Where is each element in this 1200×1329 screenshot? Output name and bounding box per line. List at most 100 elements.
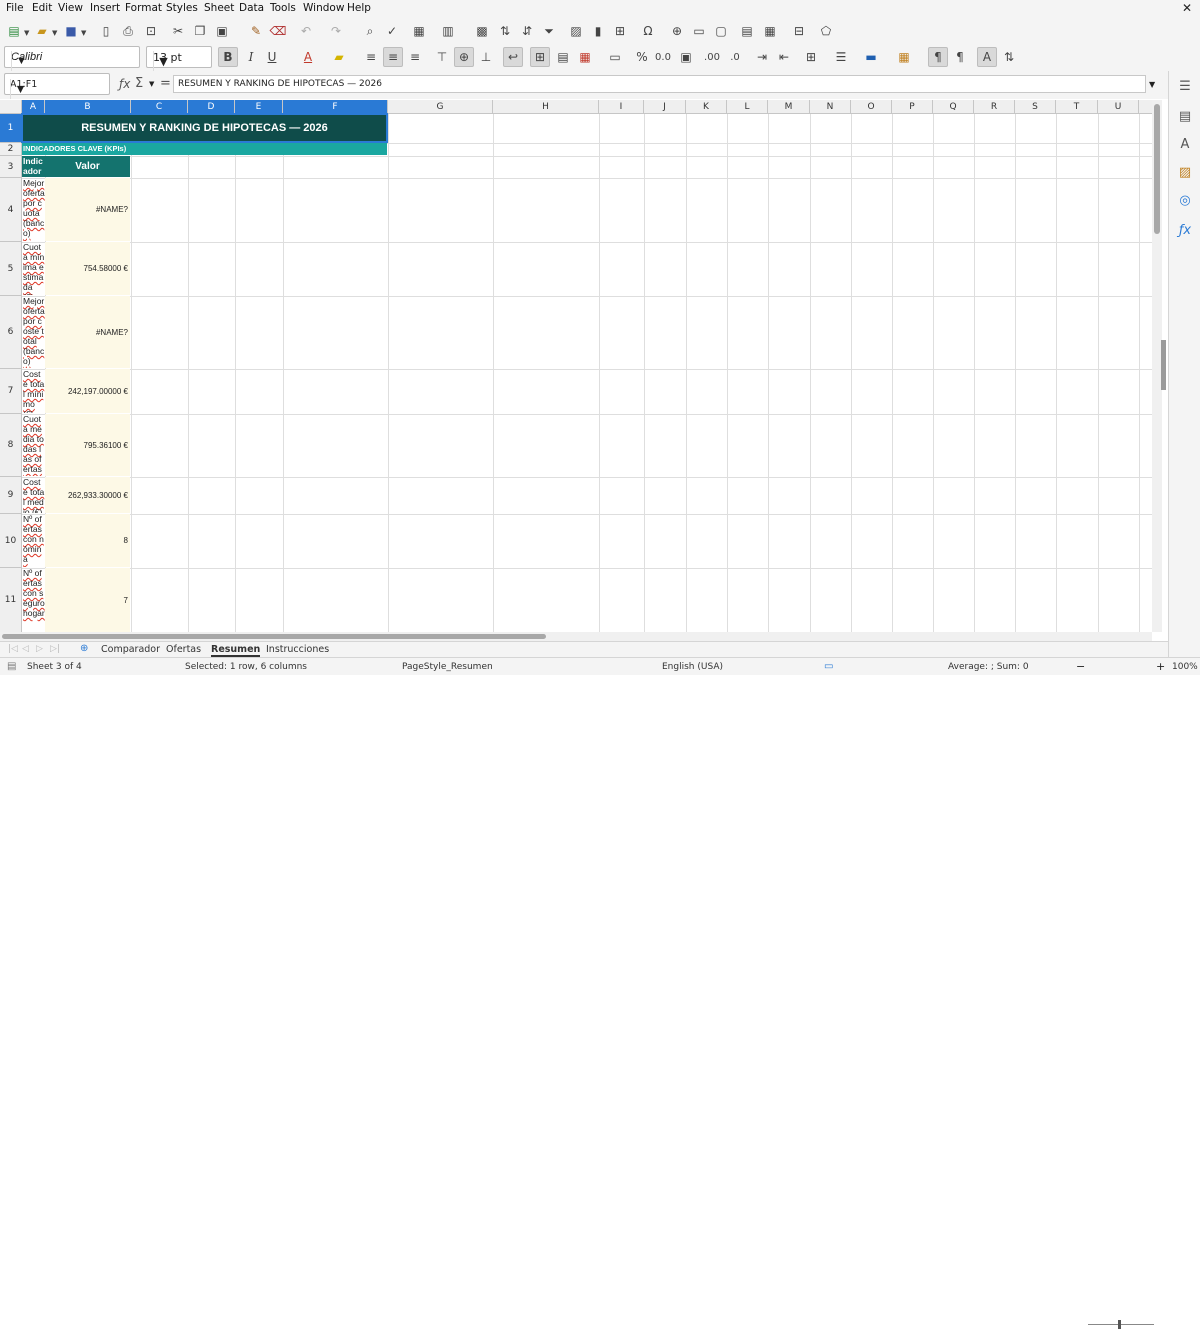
unmerge-cells-icon[interactable]: ▦: [575, 47, 595, 67]
vertical-scroll-thumb[interactable]: [1154, 104, 1160, 234]
font-color-icon[interactable]: A: [298, 47, 318, 67]
redo-icon[interactable]: ↷: [326, 21, 346, 41]
kpi-value-cell[interactable]: #NAME?: [45, 178, 130, 241]
tab-ofertas[interactable]: Ofertas: [166, 644, 201, 655]
row-header-5[interactable]: 5: [0, 242, 22, 296]
kpi-value-cell[interactable]: 242,197.00000 €: [45, 369, 130, 413]
kpi-label-cell[interactable]: Coste total medio (€): [22, 477, 45, 513]
kpi-label-cell[interactable]: Mejor oferta por coste total (banco): [22, 296, 45, 368]
column-header-e[interactable]: E: [235, 100, 283, 114]
header-valor-cell[interactable]: Valor: [45, 156, 130, 177]
show-draw-functions-icon[interactable]: ⬠: [816, 21, 836, 41]
status-language[interactable]: English (USA): [662, 662, 723, 672]
bold-icon[interactable]: B: [218, 47, 238, 67]
border-color-icon[interactable]: ▬: [861, 47, 881, 67]
selection-mode-icon[interactable]: ▭: [824, 661, 833, 672]
chevron-down-icon[interactable]: ▼: [81, 29, 86, 37]
pivot-table-icon[interactable]: ⊞: [610, 21, 630, 41]
styles-icon[interactable]: A: [1176, 135, 1194, 153]
save-icon[interactable]: ■: [61, 21, 81, 41]
status-zoom[interactable]: 100%: [1172, 662, 1198, 672]
header-footer-icon[interactable]: ▢: [711, 21, 731, 41]
column-icon[interactable]: ▥: [438, 21, 458, 41]
chevron-down-icon[interactable]: ▼: [149, 80, 154, 88]
menu-data[interactable]: Data: [239, 2, 264, 14]
column-header-m[interactable]: M: [768, 100, 810, 114]
chevron-down-icon[interactable]: ▼: [52, 29, 57, 37]
add-sheet-icon[interactable]: ⊕: [80, 643, 88, 654]
sum-icon[interactable]: Σ: [135, 76, 143, 91]
column-header-u[interactable]: U: [1098, 100, 1139, 114]
column-header-o[interactable]: O: [851, 100, 892, 114]
border-style-icon[interactable]: ☰: [831, 47, 851, 67]
decrease-indent-icon[interactable]: ⇤: [774, 47, 794, 67]
clear-formatting-icon[interactable]: ⌫: [268, 21, 288, 41]
row-header-11[interactable]: 11: [0, 568, 22, 632]
select-all-corner[interactable]: [0, 100, 22, 114]
paste-icon[interactable]: ▣: [212, 21, 232, 41]
last-sheet-icon[interactable]: ▷|: [50, 644, 60, 654]
menu-edit[interactable]: Edit: [32, 2, 52, 14]
row-header-2[interactable]: 2: [0, 143, 22, 156]
row-header-7[interactable]: 7: [0, 369, 22, 414]
tab-resumen[interactable]: Resumen: [211, 644, 261, 657]
column-header-l[interactable]: L: [727, 100, 768, 114]
row-header-4[interactable]: 4: [0, 178, 22, 242]
zoom-out-icon[interactable]: −: [1076, 660, 1085, 673]
comment-icon[interactable]: ▭: [689, 21, 709, 41]
kpi-label-cell[interactable]: Nº ofertas con nómina: [22, 514, 45, 567]
rtl-icon[interactable]: ¶: [950, 47, 970, 67]
row-icon[interactable]: ▦: [409, 21, 429, 41]
align-right-icon[interactable]: ≡: [405, 47, 425, 67]
freeze-icon[interactable]: ▩: [472, 21, 492, 41]
prev-sheet-icon[interactable]: ◁: [22, 644, 29, 654]
freeze-rows-icon[interactable]: ▦: [760, 21, 780, 41]
font-size-combobox[interactable]: 13 pt ▼: [146, 46, 212, 71]
close-document-icon[interactable]: ✕: [1182, 1, 1192, 15]
borders-icon[interactable]: ⊞: [801, 47, 821, 67]
function-wizard-icon[interactable]: ƒx: [119, 77, 130, 91]
menu-view[interactable]: View: [58, 2, 83, 14]
vertical-text-icon[interactable]: ⇅: [999, 47, 1019, 67]
horizontal-scroll-thumb[interactable]: [2, 634, 546, 639]
menu-insert[interactable]: Insert: [90, 2, 120, 14]
column-header-t[interactable]: T: [1056, 100, 1098, 114]
align-middle-icon[interactable]: ⊕: [454, 47, 474, 67]
kpi-label-cell[interactable]: Coste total mínimo (€): [22, 369, 45, 413]
chevron-down-icon[interactable]: ▼: [153, 51, 173, 71]
define-print-area-icon[interactable]: ▤: [737, 21, 757, 41]
row-header-8[interactable]: 8: [0, 414, 22, 477]
next-sheet-icon[interactable]: ▷: [36, 644, 43, 654]
navigator-icon[interactable]: ◎: [1176, 191, 1194, 209]
formula-equals-icon[interactable]: =: [160, 76, 171, 91]
menu-window[interactable]: Window: [303, 2, 344, 14]
find-replace-icon[interactable]: ⌕: [360, 21, 380, 41]
open-folder-icon[interactable]: ▰: [32, 21, 52, 41]
autofilter-icon[interactable]: ⏷: [539, 21, 559, 41]
chevron-down-icon[interactable]: ▼: [11, 51, 31, 71]
column-header-f[interactable]: F: [283, 100, 388, 114]
title-cell[interactable]: RESUMEN Y RANKING DE HIPOTECAS — 2026: [21, 113, 388, 143]
undo-icon[interactable]: ↶: [296, 21, 316, 41]
formula-input[interactable]: RESUMEN Y RANKING DE HIPOTECAS — 2026: [173, 75, 1146, 93]
kpi-value-cell[interactable]: 8: [45, 514, 130, 567]
tab-comparador[interactable]: Comparador: [101, 644, 160, 655]
column-header-k[interactable]: K: [686, 100, 727, 114]
column-header-c[interactable]: C: [131, 100, 188, 114]
menu-help[interactable]: Help: [347, 2, 371, 14]
chevron-down-icon[interactable]: ▼: [24, 29, 29, 37]
ltr-icon[interactable]: ¶: [928, 47, 948, 67]
gallery-icon[interactable]: ▨: [1176, 163, 1194, 181]
column-header-j[interactable]: J: [644, 100, 686, 114]
sidebar-menu-icon[interactable]: ☰: [1176, 77, 1194, 95]
highlight-color-icon[interactable]: ▰: [329, 47, 349, 67]
currency-format-icon[interactable]: ▭: [605, 47, 625, 67]
section-cell[interactable]: INDICADORES CLAVE (KPIs): [22, 143, 387, 155]
copy-icon[interactable]: ❐: [190, 21, 210, 41]
column-header-s[interactable]: S: [1015, 100, 1056, 114]
sort-ascending-icon[interactable]: ⇅: [495, 21, 515, 41]
increase-indent-icon[interactable]: ⇥: [752, 47, 772, 67]
menu-tools[interactable]: Tools: [270, 2, 296, 14]
merge-cells-icon[interactable]: ▤: [553, 47, 573, 67]
zoom-slider[interactable]: [1088, 1324, 1154, 1325]
